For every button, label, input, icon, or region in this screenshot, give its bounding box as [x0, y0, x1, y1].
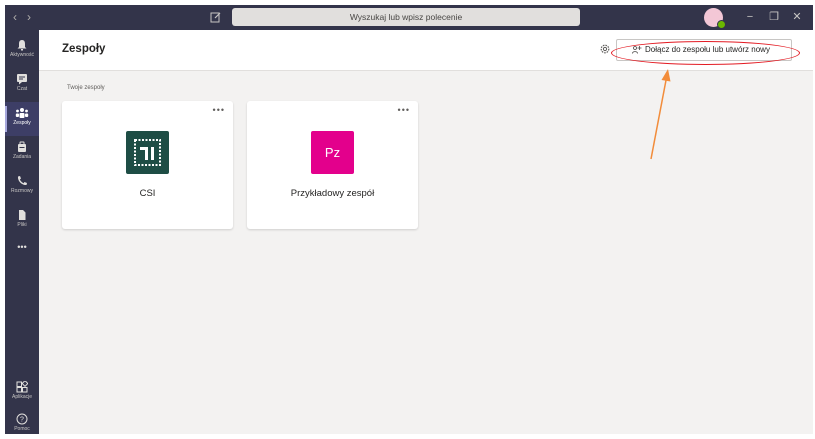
- tasks-icon: [18, 141, 26, 152]
- close-button[interactable]: ✕: [789, 9, 805, 25]
- rail-label: Zadania: [12, 154, 32, 160]
- forward-arrow-icon[interactable]: ›: [27, 10, 31, 24]
- apps-icon: [16, 381, 28, 393]
- rail-item-activity[interactable]: Aktywność: [5, 34, 39, 68]
- help-icon: ?: [16, 413, 28, 425]
- rail-item-chat[interactable]: Czat: [5, 68, 39, 102]
- presence-status-icon: [717, 20, 726, 29]
- rail-label: Czat: [16, 86, 28, 92]
- team-initials-avatar: Pz: [311, 131, 354, 174]
- rail-label: Rozmowy: [11, 188, 33, 194]
- phone-icon: [17, 176, 27, 186]
- rail-item-tasks[interactable]: Zadania: [5, 136, 39, 170]
- rail-item-calls[interactable]: Rozmowy: [5, 170, 39, 204]
- rail-item-help[interactable]: ? Pomoc: [5, 408, 39, 434]
- back-arrow-icon[interactable]: ‹: [13, 10, 17, 24]
- rail-label: Aplikacje: [11, 394, 32, 400]
- page-title: Zespoły: [62, 43, 106, 55]
- svg-text:?: ?: [20, 417, 24, 424]
- more-apps-button[interactable]: •••: [5, 240, 39, 254]
- rail-label: Zespoły: [13, 120, 31, 126]
- title-bar: ‹ › Wyszukaj lub wpisz polecenie − ❐ ✕: [5, 5, 813, 30]
- teams-icon: [15, 108, 29, 118]
- bell-icon: [17, 40, 27, 51]
- more-options-button[interactable]: •••: [398, 105, 410, 115]
- team-name: Przykładowy zespół: [290, 188, 375, 199]
- rail-item-teams[interactable]: Zespoły: [5, 102, 39, 136]
- more-options-button[interactable]: •••: [213, 105, 225, 115]
- rail-label: Pliki: [17, 222, 27, 228]
- file-icon: [19, 210, 26, 220]
- pointer-arrow-icon: [650, 69, 671, 160]
- csi-logo-icon: [126, 131, 169, 174]
- compose-icon[interactable]: [210, 11, 222, 23]
- rail-label: Aktywność: [10, 52, 34, 58]
- highlight-oval: [611, 41, 800, 65]
- rail-item-apps[interactable]: Aplikacje: [5, 376, 39, 410]
- team-card-przykladowy[interactable]: ••• Pz Przykładowy zespół: [247, 101, 418, 229]
- team-card-csi[interactable]: ••• CSI: [62, 101, 233, 229]
- teams-app-window: ‹ › Wyszukaj lub wpisz polecenie − ❐ ✕ A…: [5, 5, 813, 434]
- rail-item-files[interactable]: Pliki: [5, 204, 39, 238]
- gear-icon[interactable]: [599, 43, 611, 55]
- section-label: Twoje zespoły: [67, 85, 105, 91]
- avatar[interactable]: [704, 8, 726, 29]
- rail-label: Pomoc: [14, 426, 30, 432]
- chat-icon: [17, 74, 27, 85]
- app-rail: Aktywność Czat Zespoły Zadania Rozmowy P…: [5, 30, 39, 434]
- maximize-button[interactable]: ❐: [766, 9, 782, 25]
- search-input[interactable]: Wyszukaj lub wpisz polecenie: [232, 8, 580, 26]
- minimize-button[interactable]: −: [742, 9, 758, 25]
- team-name: CSI: [139, 188, 156, 199]
